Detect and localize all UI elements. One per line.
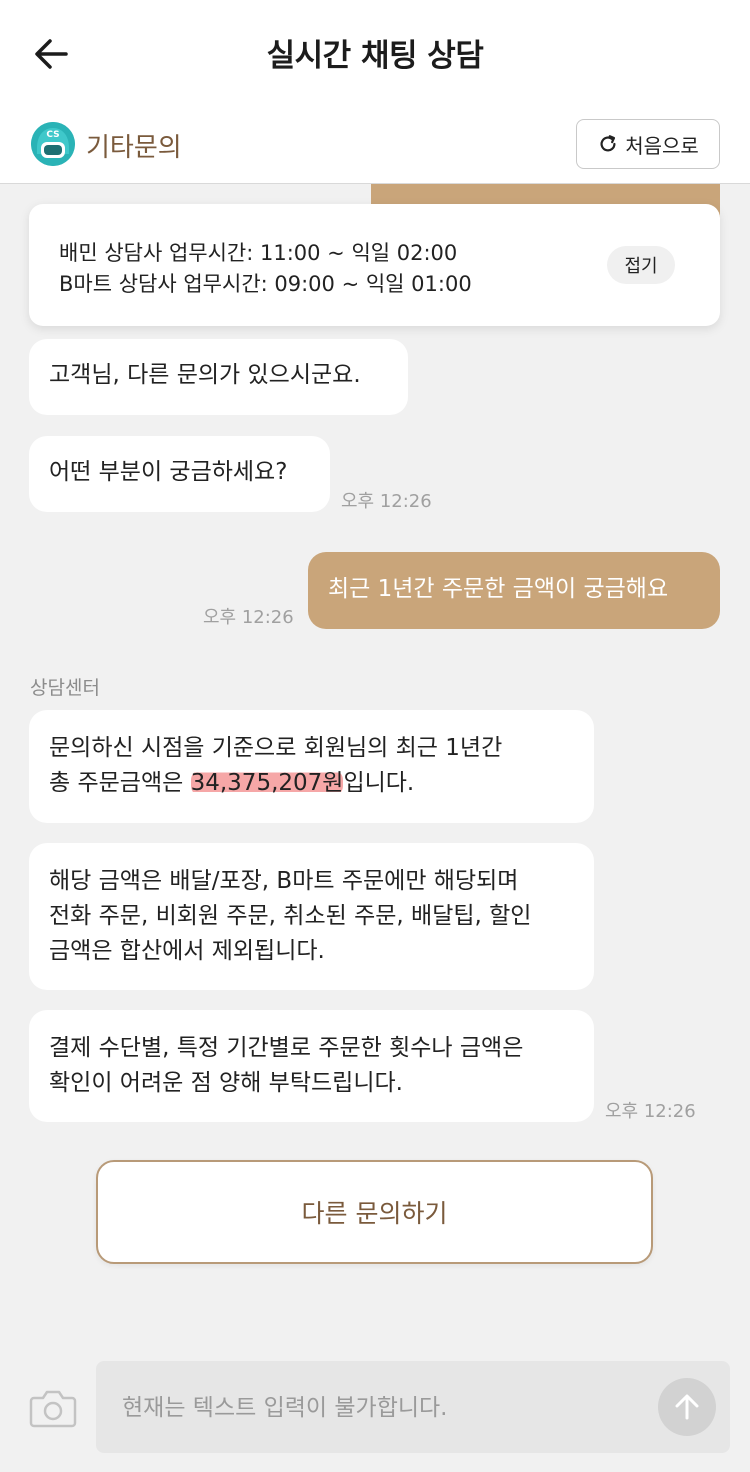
agent-message: 해당 금액은 배달/포장, B마트 주문에만 해당되며 전화 주문, 비회원 주… [29,843,594,990]
user-message-text: 최근 1년간 주문한 금액이 궁금해요 [328,576,669,602]
notice-line-bmart: B마트 상담사 업무시간: 09:00 ~ 익일 01:00 [59,272,472,296]
sender-label: 상담센터 [30,677,100,699]
agent-message: 문의하신 시점을 기준으로 회원님의 최근 1년간 총 주문금액은 34,375… [29,710,594,823]
refresh-icon [600,135,616,152]
message-time: 오후 12:26 [605,1101,696,1122]
agent-message-text: 총 주문금액은 [49,770,191,796]
agent-message-line: 해당 금액은 배달/포장, B마트 주문에만 해당되며 [49,868,519,894]
order-amount-highlight: 34,375,207원 [190,770,344,796]
agent-message-line: 확인이 어려운 점 양해 부탁드립니다. [49,1070,403,1096]
agent-message-line: 전화 주문, 비회원 주문, 취소된 주문, 배달팁, 할인 [49,903,532,929]
app-header: 실시간 채팅 상담 [0,0,750,106]
bot-message-text: 고객님, 다른 문의가 있으시군요. [49,362,361,388]
user-message: 최근 1년간 주문한 금액이 궁금해요 [308,552,720,629]
restart-button[interactable]: 처음으로 [576,119,720,169]
agent-message-text: 입니다. [343,770,415,796]
bot-message: 고객님, 다른 문의가 있으시군요. [29,339,408,415]
arrow-up-icon [675,1394,699,1420]
message-input[interactable] [120,1387,644,1429]
bot-message: 어떤 부분이 궁금하세요? [29,436,330,512]
page-title: 실시간 채팅 상담 [266,38,484,74]
send-button[interactable] [658,1378,716,1436]
camera-button[interactable] [28,1386,78,1430]
restart-button-label: 처음으로 [625,133,699,158]
agent-message-line: 결제 수단별, 특정 기간별로 주문한 횟수나 금액은 [49,1035,524,1061]
cs-helmet-icon: CS [31,122,75,166]
agent-message-line: 총 주문금액은 34,375,207원입니다. [49,766,574,801]
agent-message: 결제 수단별, 특정 기간별로 주문한 횟수나 금액은 확인이 어려운 점 양해… [29,1010,594,1122]
collapse-button[interactable]: 접기 [607,246,675,284]
agent-message-line: 금액은 합산에서 제외됩니다. [49,938,325,964]
notice-line-baemin: 배민 상담사 업무시간: 11:00 ~ 익일 02:00 [59,241,458,265]
message-time: 오후 12:26 [341,491,432,512]
camera-icon [29,1390,77,1428]
message-time: 오후 12:26 [203,607,294,628]
business-hours-notice: 배민 상담사 업무시간: 11:00 ~ 익일 02:00 B마트 상담사 업무… [29,204,720,326]
message-input-box [96,1361,730,1453]
chat-subheader: CS 기타문의 처음으로 [0,106,750,184]
agent-message-line: 문의하신 시점을 기준으로 회원님의 최근 1년간 [49,735,503,761]
inquiry-category: 기타문의 [86,133,182,163]
bot-message-text: 어떤 부분이 궁금하세요? [49,459,288,485]
cs-avatar: CS [31,122,75,166]
svg-text:CS: CS [46,130,59,140]
other-inquiry-button[interactable]: 다른 문의하기 [96,1160,653,1264]
